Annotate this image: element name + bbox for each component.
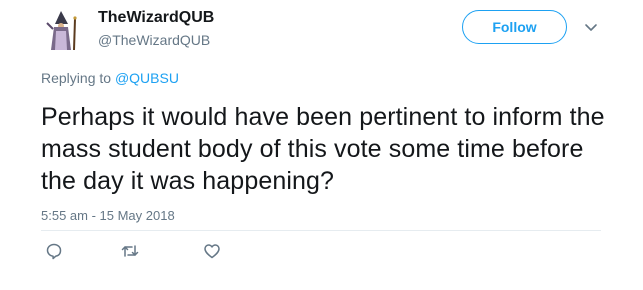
user-handle[interactable]: @TheWizardQUB xyxy=(98,32,210,48)
reply-context-prefix: Replying to xyxy=(41,70,115,86)
reply-context: Replying to @QUBSU xyxy=(41,70,179,86)
divider xyxy=(41,230,601,231)
avatar-wizard-icon xyxy=(46,11,77,51)
display-name[interactable]: TheWizardQUB xyxy=(98,9,214,27)
reply-icon xyxy=(46,243,62,260)
avatar[interactable] xyxy=(41,9,83,51)
follow-button[interactable]: Follow xyxy=(462,10,567,44)
tweet-text: Perhaps it would have been pertinent to … xyxy=(41,103,605,195)
reply-button[interactable] xyxy=(44,241,64,261)
like-icon xyxy=(204,244,220,259)
retweet-icon xyxy=(121,245,139,257)
chevron-down-icon[interactable] xyxy=(583,19,599,35)
retweet-button[interactable] xyxy=(120,241,140,261)
like-button[interactable] xyxy=(202,241,222,261)
tweet-timestamp[interactable]: 5:55 am - 15 May 2018 xyxy=(41,208,175,223)
reply-mention-link[interactable]: @QUBSU xyxy=(115,70,179,86)
